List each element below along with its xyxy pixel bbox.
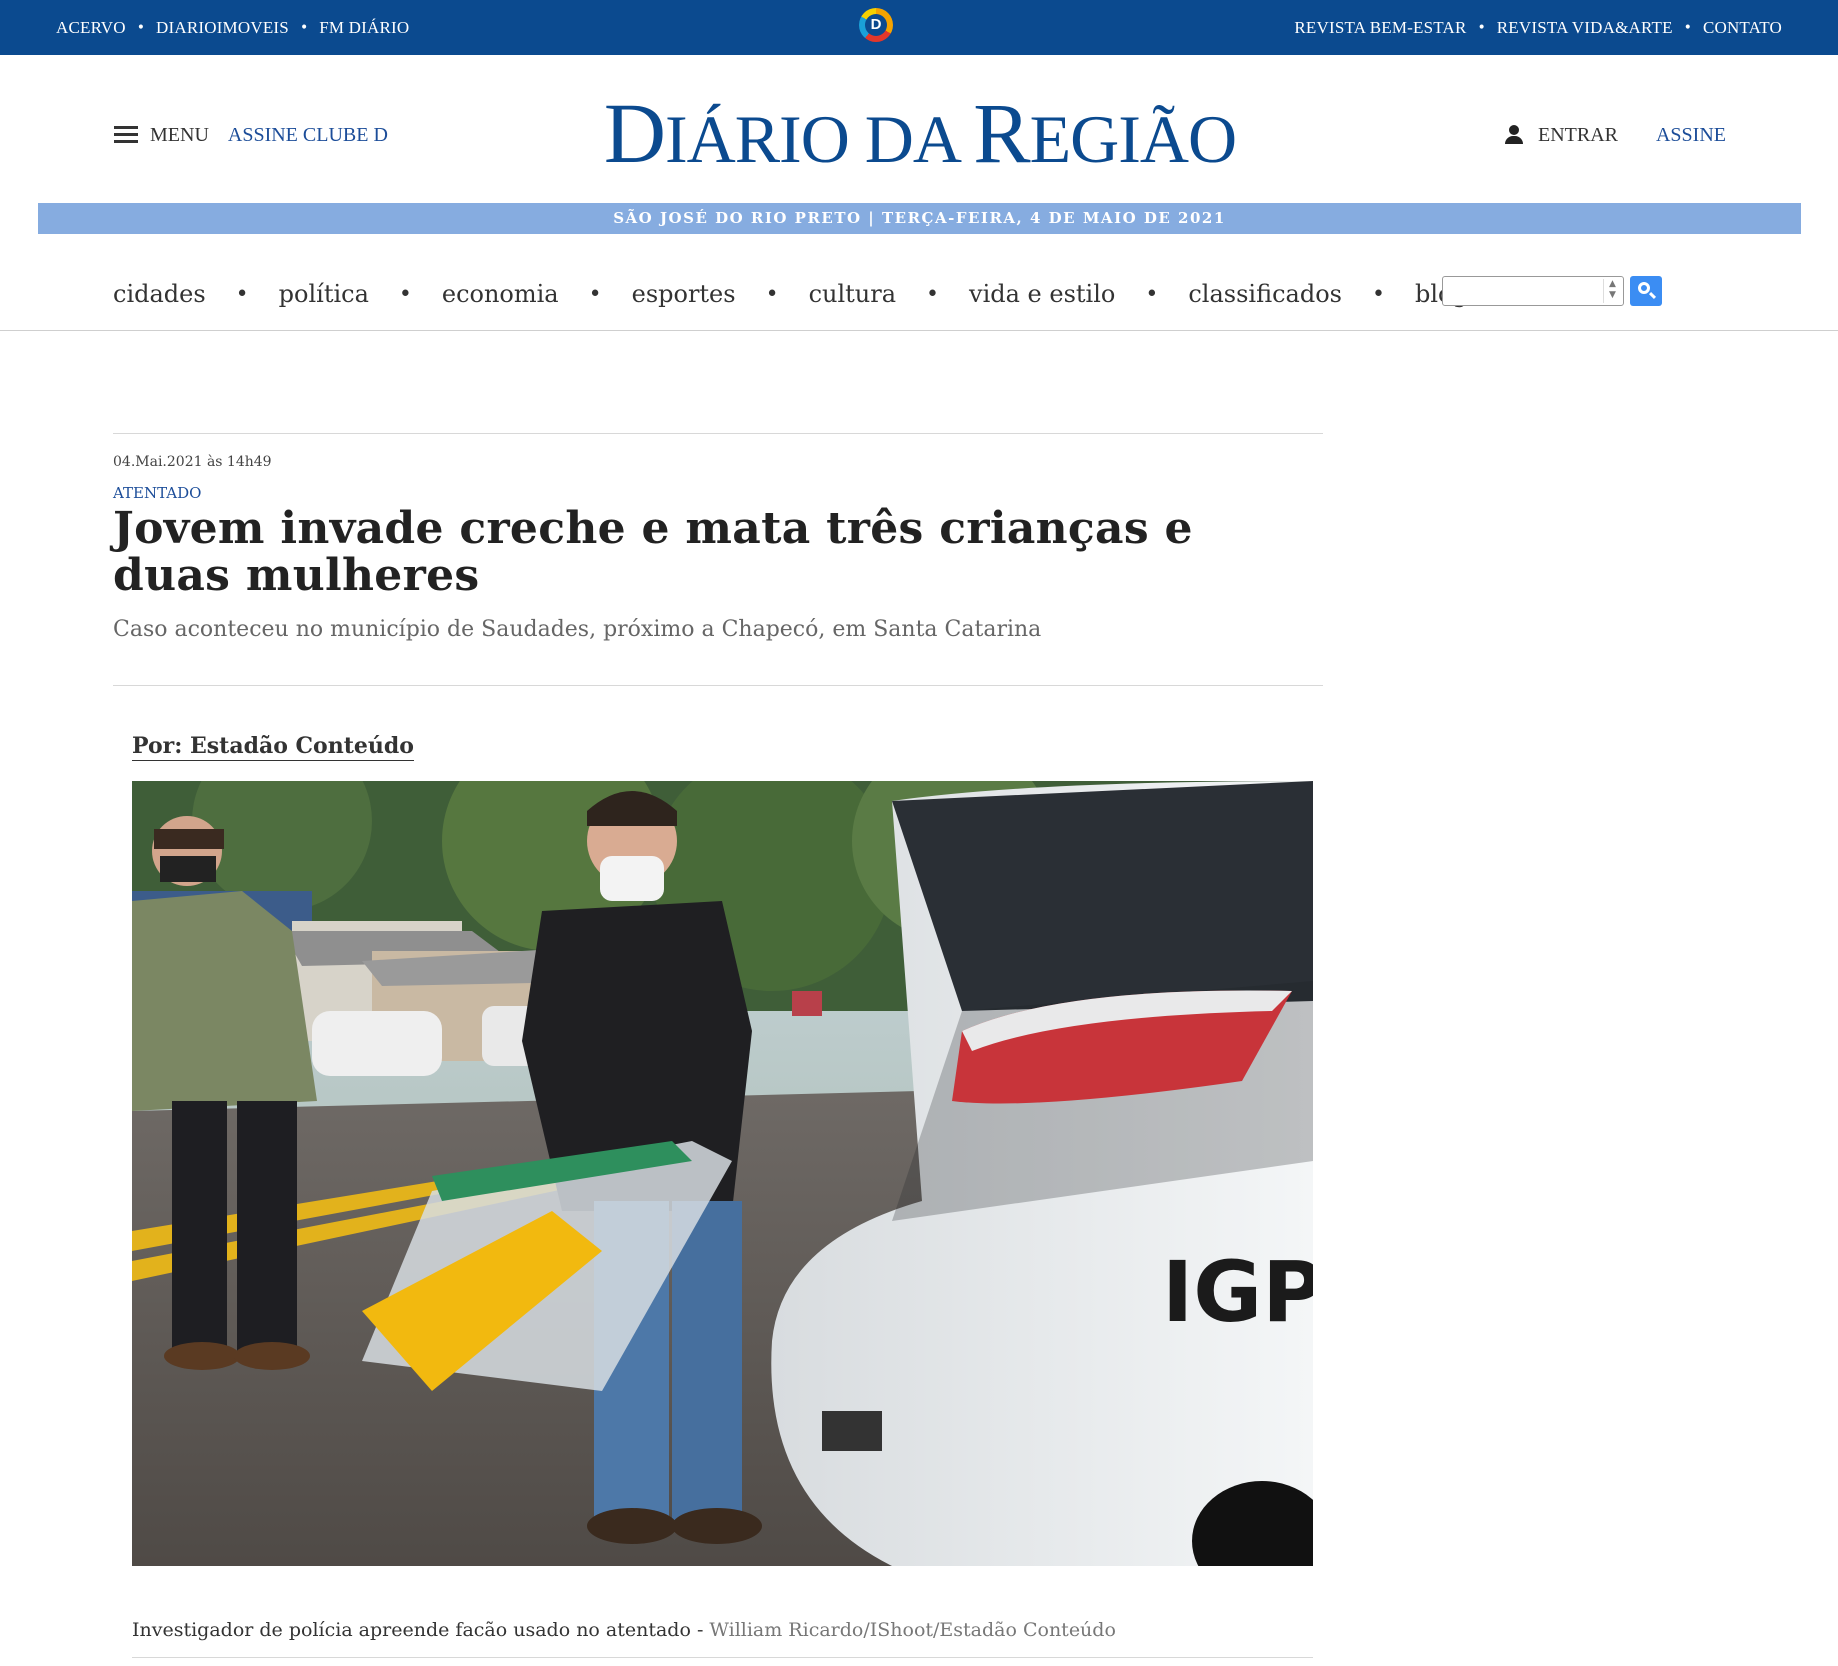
photo-credit: William Ricardo/IShoot/Estadão Conteúdo: [709, 1619, 1116, 1641]
top-separator: •: [136, 19, 145, 36]
nav-item-cidades[interactable]: cidades: [113, 280, 206, 308]
article-byline[interactable]: Por: Estadão Conteúdo: [132, 733, 414, 761]
dateline-bar: SÃO JOSÉ DO RIO PRETO | TERÇA-FEIRA, 4 D…: [38, 203, 1801, 234]
photo-vehicle-text: IGPA: [1162, 1243, 1313, 1341]
menu-button[interactable]: MENU: [150, 124, 209, 147]
nav-item-economia[interactable]: economia: [442, 280, 559, 308]
assine-button[interactable]: ASSINE: [1656, 124, 1726, 147]
search-area: ▲ ▼: [1442, 276, 1662, 306]
article-photo[interactable]: IGPA: [132, 781, 1313, 1566]
top-link-revista-bem-estar[interactable]: REVISTA BEM-ESTAR: [1294, 18, 1466, 38]
top-separator: •: [299, 19, 309, 36]
search-input[interactable]: ▲ ▼: [1442, 276, 1624, 306]
top-links-left: ACERVO • DIARIOIMOVEIS • FM DIÁRIO: [56, 0, 409, 55]
top-links-right: REVISTA BEM-ESTAR • REVISTA VIDA&ARTE • …: [1294, 0, 1782, 55]
top-link-revista-vida-arte[interactable]: REVISTA VIDA&ARTE: [1497, 18, 1673, 38]
logo-letter: D: [865, 14, 887, 36]
masthead-smallcaps: IÁRIO: [664, 101, 850, 177]
top-link-acervo[interactable]: ACERVO: [56, 18, 126, 38]
nav-item-cultura[interactable]: cultura: [809, 280, 896, 308]
entrar-button[interactable]: ENTRAR: [1538, 124, 1618, 147]
user-icon[interactable]: [1504, 125, 1524, 145]
menu-area: MENU ASSINE CLUBE D: [114, 118, 388, 152]
top-link-diarioimoveis[interactable]: DIARIOIMOVEIS: [156, 18, 289, 38]
top-link-fm-diario[interactable]: FM DIÁRIO: [319, 18, 409, 38]
nav-item-classificados[interactable]: classificados: [1188, 280, 1342, 308]
nav-separator: •: [926, 281, 940, 307]
user-area: ENTRAR ASSINE: [1504, 118, 1726, 152]
article-subhead: Caso aconteceu no município de Saudades,…: [113, 617, 1042, 642]
photo-caption: Investigador de polícia apreende facão u…: [132, 1619, 1116, 1641]
caption-divider: [132, 1657, 1313, 1658]
article-top-divider: [113, 433, 1323, 434]
nav-divider: [0, 330, 1838, 331]
nav-separator: •: [1371, 281, 1385, 307]
diario-d-logo-icon[interactable]: D: [859, 8, 893, 42]
photo-illustration: IGPA: [132, 781, 1313, 1566]
search-icon: [1638, 282, 1650, 294]
article-divider: [113, 685, 1323, 686]
assine-clube-d-link[interactable]: ASSINE CLUBE D: [228, 124, 388, 147]
nav-separator: •: [398, 281, 412, 307]
nav-item-esportes[interactable]: esportes: [632, 280, 736, 308]
section-nav: cidades • política • economia • esportes…: [113, 272, 1480, 316]
nav-separator: •: [1145, 281, 1159, 307]
hamburger-menu-icon[interactable]: [114, 126, 138, 144]
masthead-smallcaps: EGIÃO: [1029, 101, 1238, 177]
search-button[interactable]: [1630, 276, 1662, 306]
masthead-letter: D: [603, 85, 666, 181]
masthead-logo[interactable]: DIÁRIO DA REGIÃO: [560, 86, 1280, 186]
top-bar: ACERVO • DIARIOIMOVEIS • FM DIÁRIO D REV…: [0, 0, 1838, 55]
article-timestamp: 04.Mai.2021 às 14h49: [113, 454, 272, 470]
nav-item-vida-e-estilo[interactable]: vida e estilo: [969, 280, 1115, 308]
top-link-contato[interactable]: CONTATO: [1703, 18, 1782, 38]
nav-separator: •: [235, 281, 249, 307]
masthead-smallcaps: DA: [848, 101, 974, 177]
nav-item-politica[interactable]: política: [279, 280, 369, 308]
nav-separator: •: [765, 281, 779, 307]
caption-text: Investigador de polícia apreende facão u…: [132, 1619, 710, 1641]
article-kicker[interactable]: ATENTADO: [113, 484, 201, 502]
spinner-arrows-icon[interactable]: ▲ ▼: [1603, 279, 1621, 303]
masthead-letter: R: [973, 85, 1030, 181]
article-headline: Jovem invade creche e mata três crianças…: [113, 503, 1193, 601]
nav-separator: •: [588, 281, 602, 307]
top-separator: •: [1477, 19, 1486, 36]
top-separator: •: [1683, 19, 1692, 36]
